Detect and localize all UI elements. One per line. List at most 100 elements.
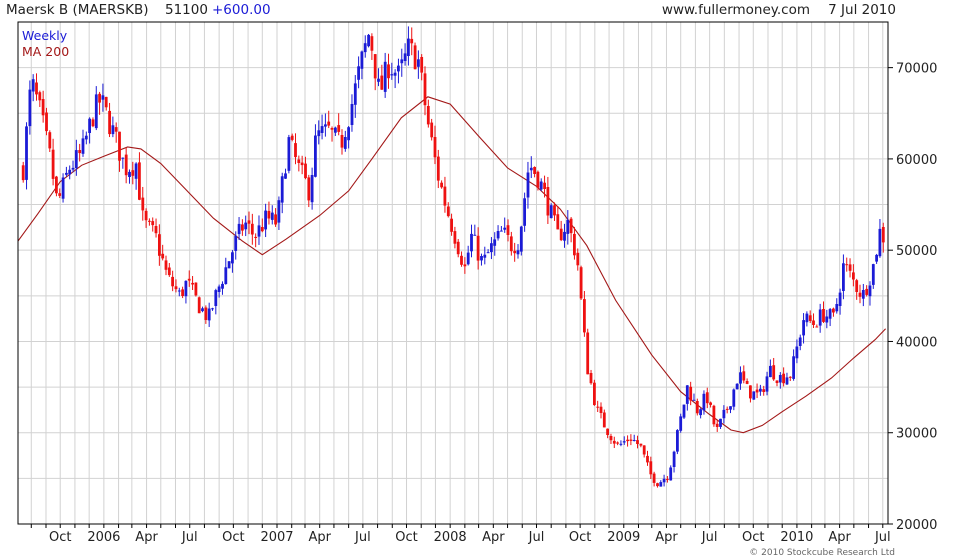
candle-body: [304, 163, 307, 179]
candle-body: [682, 404, 686, 418]
candle-body: [802, 320, 805, 336]
candle-body: [576, 252, 580, 266]
candle-body: [270, 212, 274, 220]
candle-body: [101, 95, 105, 100]
x-axis: Oct 2006 Apr Jul Oct 2007 Apr Jul Oct 2008 Apr Jul O…: [30, 524, 891, 545]
candle-body: [586, 332, 590, 375]
x-tick-label: Apr: [655, 530, 678, 545]
candle-body: [506, 225, 510, 235]
x-tick-label: Jul: [528, 530, 545, 545]
candle-body: [519, 226, 523, 252]
candle-body: [639, 443, 643, 446]
candle-body: [739, 372, 742, 384]
candle-body: [646, 455, 649, 463]
candle-body: [622, 441, 626, 443]
candle-body: [65, 172, 68, 175]
candle-body: [842, 263, 845, 291]
candle-body: [420, 57, 424, 73]
x-tick-label: Jul: [354, 530, 371, 545]
candle-body: [403, 53, 407, 61]
candle-body: [380, 75, 384, 90]
candle-body: [48, 132, 52, 149]
y-tick-label: 20000: [896, 518, 937, 533]
candle-body: [778, 375, 782, 383]
candle-body: [310, 175, 314, 203]
candle-body: [593, 382, 596, 405]
source-site: www.fullermoney.com: [662, 2, 810, 18]
candle-body: [808, 315, 812, 321]
candle-series: [21, 26, 885, 488]
candle-body: [453, 231, 457, 244]
candle-body: [430, 122, 434, 138]
candle-body: [284, 173, 287, 179]
candle-body: [324, 124, 327, 127]
candle-body: [128, 171, 131, 177]
candle-body: [340, 135, 344, 148]
candle-body: [244, 222, 248, 230]
candle-body: [197, 297, 201, 314]
candle-body: [31, 79, 35, 92]
candle-body: [659, 482, 663, 487]
candle-body: [214, 290, 218, 306]
candle-body: [98, 93, 101, 103]
candle-body: [868, 285, 872, 297]
ma-200-line: [17, 96, 886, 434]
candle-body: [423, 73, 427, 106]
candle-body: [390, 74, 394, 76]
stock-chart: Maersk B (MAERSKB) 51100 +600.00 www.ful…: [6, 2, 937, 558]
candle-body: [397, 65, 400, 72]
candle-body: [679, 416, 683, 431]
candle-body: [343, 137, 347, 149]
candle-body: [148, 220, 151, 222]
candle-body: [529, 167, 533, 171]
candle-body: [775, 380, 779, 383]
candle-body: [280, 176, 284, 203]
candle-body: [297, 159, 301, 163]
candle-body: [553, 205, 556, 216]
ma-layer: [17, 96, 886, 434]
candle-body: [440, 182, 443, 188]
candle-body: [463, 264, 467, 267]
candle-body: [187, 278, 191, 281]
candle-body: [815, 326, 819, 328]
candle-body: [417, 59, 420, 67]
candle-body: [689, 386, 693, 401]
candle-body: [719, 418, 722, 427]
candle-body: [742, 371, 746, 381]
candle-body: [749, 385, 752, 399]
candle-body: [114, 127, 118, 132]
candle-body: [569, 218, 573, 234]
candle-body: [204, 307, 208, 320]
candle-body: [138, 162, 141, 200]
candle-body: [68, 169, 72, 175]
candle-body: [685, 385, 689, 404]
candle-body: [211, 308, 214, 310]
candle-body: [476, 235, 480, 261]
candle-body: [845, 264, 849, 266]
candle-body: [367, 34, 370, 47]
candle-body: [672, 451, 676, 467]
candle-body: [556, 214, 560, 230]
candle-body: [410, 38, 414, 44]
candle-body: [357, 66, 360, 80]
candle-body: [745, 381, 749, 384]
candle-body: [715, 423, 719, 427]
candle-body: [709, 402, 712, 405]
candle-body: [722, 409, 726, 419]
x-tick-label: Apr: [828, 530, 851, 545]
candle-body: [666, 478, 669, 480]
candle-body: [377, 78, 380, 82]
candle-body: [765, 376, 769, 392]
candle-body: [871, 264, 875, 285]
candle-body: [241, 224, 244, 231]
candle-body: [858, 292, 862, 297]
candle-body: [118, 131, 121, 161]
candle-body: [61, 177, 65, 199]
chart-date: 7 Jul 2010: [828, 2, 896, 18]
candle-body: [652, 473, 656, 483]
candle-body: [91, 119, 95, 127]
candle-body: [669, 467, 673, 481]
candle-body: [45, 112, 48, 132]
candle-body: [141, 197, 145, 211]
x-tick-label: Oct: [569, 530, 591, 545]
